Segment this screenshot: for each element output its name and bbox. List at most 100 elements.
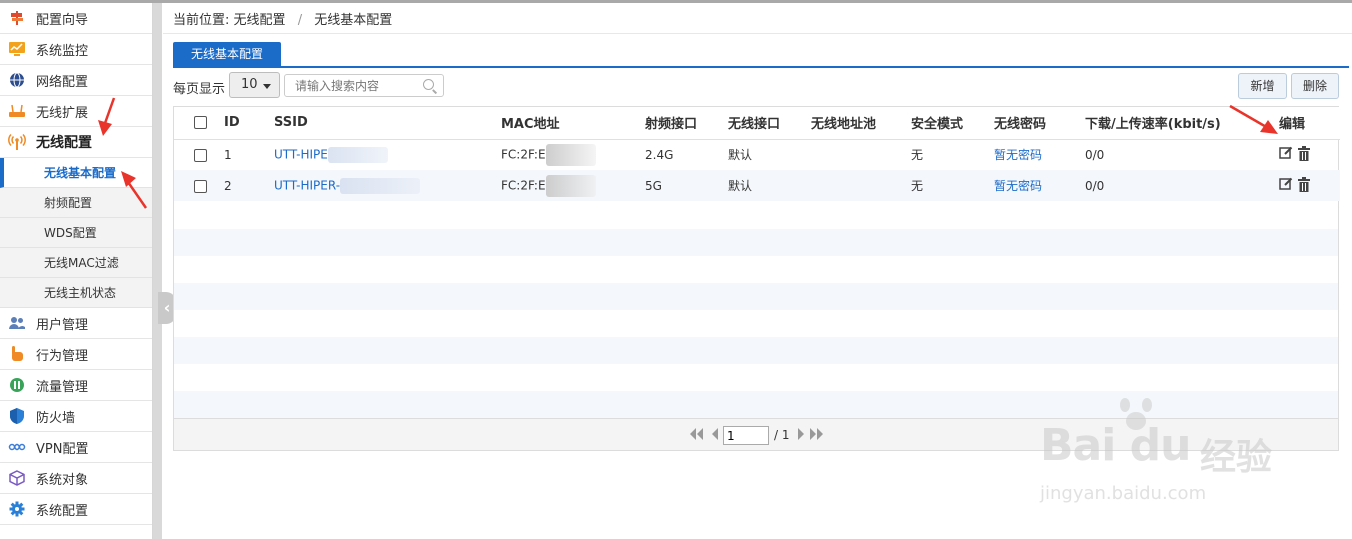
redacted-blur xyxy=(545,143,596,166)
gear-icon xyxy=(8,500,26,518)
last-page-icon[interactable] xyxy=(809,428,825,443)
sidebar-item-label: 系统配置 xyxy=(36,503,89,519)
col-header-ssid[interactable]: SSID xyxy=(274,107,501,140)
breadcrumb-prefix: 当前位置: xyxy=(173,13,230,28)
row-select-cell xyxy=(174,170,224,201)
sidebar-rail xyxy=(153,3,162,539)
password-link[interactable]: 暂无密码 xyxy=(994,179,1042,193)
sidebar-item-label: 防火墙 xyxy=(36,410,76,426)
sidebar-item-wizard[interactable]: 配置向导 xyxy=(0,3,152,34)
trash-icon[interactable] xyxy=(1297,176,1311,195)
col-header-pool[interactable]: 无线地址池 xyxy=(811,107,911,140)
submenu-item-mac-filter[interactable]: 无线MAC过滤 xyxy=(0,248,152,278)
page-total: / 1 xyxy=(774,428,790,442)
cell-edit xyxy=(1279,139,1340,170)
page-number-input[interactable] xyxy=(723,426,769,445)
chevron-left-icon: ‹ xyxy=(163,298,171,317)
redacted-blur xyxy=(545,174,596,197)
row-checkbox[interactable] xyxy=(194,179,207,193)
router-icon xyxy=(8,102,26,120)
submenu-item-host-status[interactable]: 无线主机状态 xyxy=(0,278,152,308)
search-input[interactable] xyxy=(284,74,444,97)
next-page-icon[interactable] xyxy=(797,428,806,443)
delete-button[interactable]: 删除 xyxy=(1291,73,1339,99)
trash-icon[interactable] xyxy=(1297,145,1311,164)
prev-page-icon[interactable] xyxy=(710,428,719,443)
monitor-icon xyxy=(8,40,26,58)
col-header-mac[interactable]: MAC地址 xyxy=(501,107,645,140)
table-row: 2 UTT-HIPER- FC:2F:E 5G 默认 无 暂无密码 0/0 xyxy=(174,170,1340,201)
cell-rate: 0/0 xyxy=(1085,147,1105,162)
select-all-checkbox[interactable] xyxy=(194,116,207,130)
sidebar-item-traffic[interactable]: 流量管理 xyxy=(0,370,152,401)
table-header-row: ID SSID MAC地址 射频接口 无线接口 无线地址池 安全模式 无线密码 … xyxy=(174,107,1340,140)
submenu-item-wds[interactable]: WDS配置 xyxy=(0,218,152,248)
cell-password: 暂无密码 xyxy=(994,139,1085,170)
cell-radio: 2.4G xyxy=(645,147,674,162)
ssid-link[interactable]: UTT-HIPER- xyxy=(274,178,340,192)
shield-icon xyxy=(8,407,26,425)
tab-wireless-basic[interactable]: 无线基本配置 xyxy=(173,42,281,66)
empty-rows xyxy=(174,202,1338,418)
hand-icon xyxy=(8,345,26,363)
cell-mac: FC:2F:E xyxy=(501,139,645,170)
annotation-arrow-icon xyxy=(121,171,148,209)
sidebar-item-label: 流量管理 xyxy=(36,379,89,395)
breadcrumb-page: 无线基本配置 xyxy=(314,13,393,28)
col-header-radio[interactable]: 射频接口 xyxy=(645,107,728,140)
traffic-icon xyxy=(8,376,26,394)
sidebar-item-wireless-ext[interactable]: 无线扩展 xyxy=(0,96,152,127)
cell-security: 无 xyxy=(911,148,924,163)
password-link[interactable]: 暂无密码 xyxy=(994,148,1042,162)
tab-bar: 无线基本配置 xyxy=(173,42,1349,68)
cell-id: 2 xyxy=(224,170,274,201)
sidebar-item-monitor[interactable]: 系统监控 xyxy=(0,34,152,65)
sidebar-item-vpn[interactable]: VPN配置 xyxy=(0,432,152,463)
select-all-cell xyxy=(174,107,224,140)
cell-security: 无 xyxy=(911,170,994,201)
sidebar-item-users[interactable]: 用户管理 xyxy=(0,308,152,339)
sidebar-item-objects[interactable]: 系统对象 xyxy=(0,463,152,494)
sidebar-item-firewall[interactable]: 防火墙 xyxy=(0,401,152,432)
mac-text: FC:2F:E xyxy=(501,178,546,192)
breadcrumb-separator: / xyxy=(297,13,303,28)
first-page-icon[interactable] xyxy=(688,428,704,443)
col-header-edit: 编辑 xyxy=(1279,107,1340,140)
top-border xyxy=(0,0,1352,3)
users-icon xyxy=(8,314,26,332)
sidebar-item-network[interactable]: 网络配置 xyxy=(0,65,152,96)
sidebar-item-system[interactable]: 系统配置 xyxy=(0,494,152,525)
caret-down-icon xyxy=(263,84,271,89)
globe-icon xyxy=(8,71,26,89)
breadcrumb: 当前位置: 无线配置 / 无线基本配置 xyxy=(173,9,392,28)
sidebar-item-label: 行为管理 xyxy=(36,348,89,364)
col-header-id[interactable]: ID xyxy=(224,107,274,140)
add-button[interactable]: 新增 xyxy=(1238,73,1287,99)
redacted-blur xyxy=(327,146,388,163)
cell-radio: 5G xyxy=(645,170,728,201)
edit-icon[interactable] xyxy=(1279,146,1293,163)
cell-ssid: UTT-HIPER- xyxy=(274,170,501,201)
sidebar-item-wireless-config[interactable]: 无线配置 xyxy=(0,127,152,158)
sidebar-item-label: 无线配置 xyxy=(36,135,92,151)
row-checkbox[interactable] xyxy=(194,148,207,162)
sidebar-item-label: 无线扩展 xyxy=(36,105,89,121)
col-header-password[interactable]: 无线密码 xyxy=(994,107,1085,140)
sidebar-item-label: 网络配置 xyxy=(36,74,89,90)
col-header-security[interactable]: 安全模式 xyxy=(911,107,994,140)
cell-rate: 0/0 xyxy=(1085,170,1279,201)
cell-pool xyxy=(811,139,911,170)
row-select-cell xyxy=(174,139,224,170)
search-icon[interactable] xyxy=(423,79,434,90)
ssid-link[interactable]: UTT-HIPE xyxy=(274,147,328,161)
annotation-arrow-icon xyxy=(1229,104,1278,134)
sidebar: 配置向导 系统监控 网络配置 无线扩展 无线配置 无线基本配置 射频配置 WDS… xyxy=(0,3,153,539)
cell-password: 暂无密码 xyxy=(994,170,1085,201)
edit-icon[interactable] xyxy=(1279,177,1293,194)
cell-mac: FC:2F:E xyxy=(501,170,645,201)
col-header-wlan[interactable]: 无线接口 xyxy=(728,107,811,140)
cell-wlan: 默认 xyxy=(728,148,753,163)
sidebar-item-behavior[interactable]: 行为管理 xyxy=(0,339,152,370)
cell-ssid: UTT-HIPE xyxy=(274,139,501,170)
per-page-select[interactable]: 10 xyxy=(229,72,280,98)
